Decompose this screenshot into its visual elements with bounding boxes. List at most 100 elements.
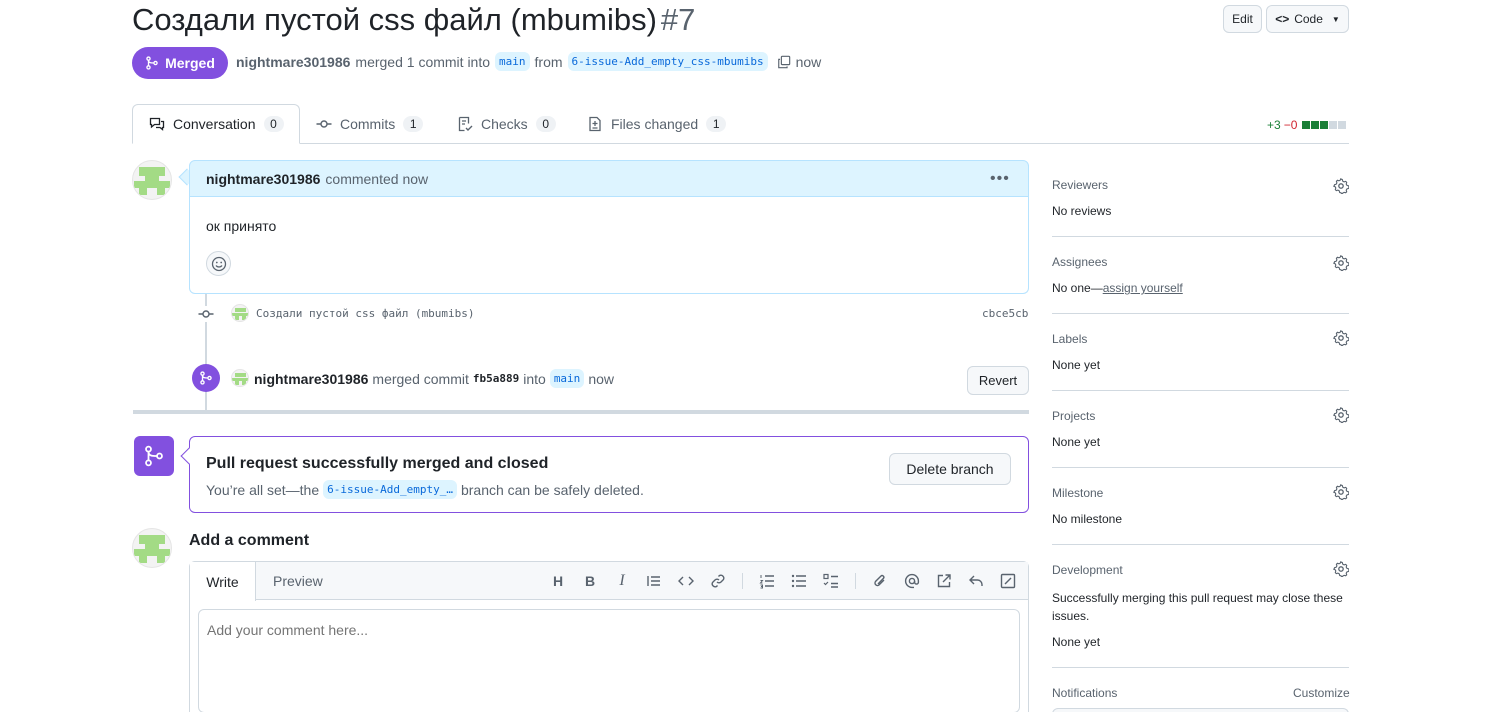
revert-button[interactable]: Revert: [967, 366, 1029, 395]
gear-icon[interactable]: [1333, 407, 1349, 423]
add-reaction-button[interactable]: [206, 251, 231, 276]
merge-branch[interactable]: main: [549, 369, 585, 388]
gear-icon[interactable]: [1333, 484, 1349, 500]
comment-header: nightmare301986 commented now: [189, 160, 1029, 197]
sidebar-milestone-label[interactable]: Milestone: [1052, 486, 1103, 500]
gear-icon[interactable]: [1333, 561, 1349, 577]
tab-label: Files changed: [611, 116, 699, 132]
pr-title: Создали пустой css файл (mbumibs): [132, 2, 657, 37]
gear-icon[interactable]: [1333, 330, 1349, 346]
tab-conversation[interactable]: Conversation 0: [149, 104, 284, 144]
tab-label: Commits: [340, 116, 396, 132]
sidebar-reviewers-value: No reviews: [1052, 204, 1112, 218]
status-badge: Merged: [132, 47, 228, 79]
merged-branch[interactable]: 6-issue-Add_empty_…: [323, 480, 457, 499]
sidebar-assignees-value: No one—assign yourself: [1052, 281, 1183, 295]
sidebar-labels-value: None yet: [1052, 358, 1101, 372]
tab-label: Conversation: [173, 116, 256, 132]
diffstat-blocks: [1302, 121, 1347, 129]
tabs-divider: [132, 143, 1349, 144]
reply-icon[interactable]: [967, 572, 985, 590]
delete-branch-button[interactable]: Delete branch: [889, 453, 1011, 485]
paperclip-icon[interactable]: [871, 572, 889, 590]
git-merge-icon: [145, 445, 163, 467]
triangle-down-icon: ▼: [1331, 14, 1340, 24]
head-branch[interactable]: 6-issue-Add_empty_css-mbumibs: [567, 52, 768, 71]
sidebar-divider: [1052, 667, 1349, 668]
sidebar-notifications-label: Notifications: [1052, 686, 1118, 700]
pr-number: #7: [660, 2, 696, 37]
sidebar-divider: [1052, 236, 1349, 237]
link-icon[interactable]: [709, 572, 727, 590]
file-diff-icon: [589, 116, 601, 132]
cross-reference-icon[interactable]: [935, 572, 953, 590]
gear-icon[interactable]: [1333, 178, 1349, 194]
subscribe-button[interactable]: [1052, 708, 1349, 712]
quote-icon[interactable]: [645, 572, 663, 590]
avatar[interactable]: [231, 304, 249, 322]
toolbar-divider: [742, 573, 743, 589]
merge-time[interactable]: now: [588, 371, 614, 387]
fullscreen-icon[interactable]: [999, 572, 1017, 590]
sidebar-development-label[interactable]: Development: [1052, 563, 1123, 577]
commit-message[interactable]: Создали пустой css файл (mbumibs): [256, 307, 475, 320]
diffstat-block: [1311, 121, 1320, 129]
commit-sha[interactable]: cbce5cb: [982, 307, 1028, 320]
sidebar-development-value: None yet: [1052, 635, 1101, 649]
avatar[interactable]: [231, 369, 249, 387]
unordered-list-icon[interactable]: [790, 572, 808, 590]
author-link[interactable]: nightmare301986: [236, 54, 350, 70]
from-text: from: [534, 53, 563, 70]
comment-discussion-icon: [149, 117, 165, 131]
tab-write[interactable]: Write: [190, 562, 256, 601]
copy-icon[interactable]: [777, 55, 791, 69]
sidebar-divider: [1052, 544, 1349, 545]
kebab-horizontal-icon[interactable]: •••: [990, 170, 1010, 188]
avatar[interactable]: [132, 160, 172, 200]
diffstat[interactable]: +3 −0: [1267, 118, 1347, 132]
base-branch[interactable]: main: [495, 52, 530, 71]
diffstat-block: [1320, 121, 1329, 129]
sidebar-assignees-label[interactable]: Assignees: [1052, 255, 1107, 269]
merged-sub-prefix: You’re all set—the: [206, 481, 320, 498]
code-label: Code: [1294, 12, 1323, 26]
comment-textarea[interactable]: [198, 609, 1020, 712]
bold-icon[interactable]: B: [581, 572, 599, 590]
sidebar-divider: [1052, 467, 1349, 468]
customize-notifications-link[interactable]: Customize: [1293, 686, 1350, 700]
merged-sub-suffix: branch can be safely deleted.: [460, 481, 644, 498]
assign-yourself-link[interactable]: assign yourself: [1103, 281, 1183, 295]
sidebar-reviewers-label[interactable]: Reviewers: [1052, 178, 1108, 192]
task-list-icon[interactable]: [822, 572, 840, 590]
git-merge-icon: [200, 371, 212, 385]
merge-into-text: into: [523, 370, 546, 387]
merge-commit-sha[interactable]: fb5a889: [473, 372, 519, 385]
heading-icon[interactable]: H: [549, 572, 567, 590]
ordered-list-icon[interactable]: [758, 572, 776, 590]
comment-timestamp[interactable]: commented now: [325, 171, 428, 187]
mention-icon[interactable]: [903, 572, 921, 590]
italic-icon[interactable]: I: [613, 572, 631, 590]
comment-author[interactable]: nightmare301986: [206, 171, 320, 187]
git-commit-icon: [316, 120, 332, 128]
add-comment-title: Add a comment: [189, 532, 310, 549]
edit-label: Edit: [1232, 12, 1253, 26]
sidebar-divider: [1052, 313, 1349, 314]
avatar[interactable]: [132, 528, 172, 568]
code-button[interactable]: <> Code ▼: [1266, 5, 1349, 33]
tab-commits[interactable]: Commits 1: [316, 104, 424, 144]
tab-counter: 0: [263, 116, 284, 132]
tab-preview[interactable]: Preview: [273, 573, 323, 589]
tab-files-changed[interactable]: Files changed 1: [587, 104, 727, 144]
gear-icon[interactable]: [1333, 255, 1349, 271]
merge-author[interactable]: nightmare301986: [254, 371, 368, 387]
merge-event: nightmare301986 merged commit fb5a889 in…: [254, 369, 614, 388]
code-icon[interactable]: [677, 572, 695, 590]
sidebar-projects-label[interactable]: Projects: [1052, 409, 1095, 423]
sidebar-labels-label[interactable]: Labels: [1052, 332, 1087, 346]
edit-button[interactable]: Edit: [1223, 5, 1262, 33]
diffstat-block: [1329, 121, 1338, 129]
tab-checks[interactable]: Checks 0: [457, 104, 556, 144]
merge-event-badge: [192, 364, 220, 392]
assignees-prefix: No one—: [1052, 281, 1103, 295]
